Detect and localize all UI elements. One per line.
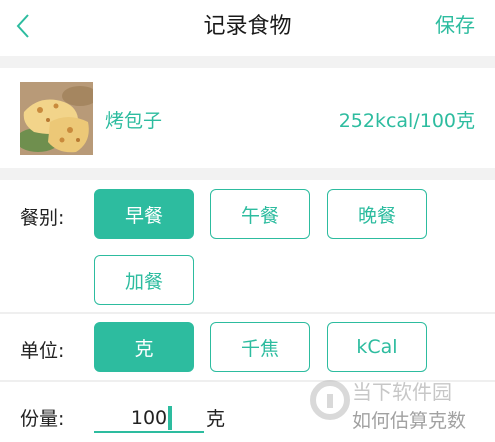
watermark: 当下软件园 如何估算克数: [310, 372, 495, 442]
unit-section: 单位: 克 千焦 kCal: [0, 314, 495, 380]
watermark-site-name: 当下软件园: [352, 380, 452, 404]
food-name: 烤包子: [105, 110, 163, 132]
save-button[interactable]: 保存: [435, 9, 475, 38]
section-gap: [0, 56, 495, 68]
page-title: 记录食物: [203, 14, 292, 39]
meal-option-lunch[interactable]: 午餐: [210, 189, 310, 239]
meal-section: 餐别: 早餐 午餐 晚餐 加餐: [0, 180, 495, 312]
food-item-row: 烤包子 252kcal/100克: [0, 68, 495, 168]
amount-input-underline: [94, 431, 204, 433]
watermark-logo-icon: [310, 380, 350, 420]
meal-label: 餐别:: [20, 207, 65, 229]
food-photo: [20, 82, 93, 155]
meal-option-snack[interactable]: 加餐: [94, 255, 194, 305]
text-cursor: [168, 406, 172, 430]
food-calories: 252kcal/100克: [338, 110, 475, 132]
unit-option-kcal[interactable]: kCal: [327, 322, 427, 372]
amount-label: 份量:: [20, 408, 65, 430]
amount-input[interactable]: [94, 404, 204, 432]
unit-label: 单位:: [20, 340, 65, 362]
meal-option-breakfast[interactable]: 早餐: [94, 189, 194, 239]
navigation-bar: 记录食物 保存: [0, 0, 495, 56]
section-gap: [0, 168, 495, 180]
unit-option-kilojoule[interactable]: 千焦: [210, 322, 310, 372]
estimate-grams-link[interactable]: 如何估算克数: [352, 406, 466, 433]
meal-option-dinner[interactable]: 晚餐: [327, 189, 427, 239]
unit-option-gram[interactable]: 克: [94, 322, 194, 372]
amount-unit: 克: [206, 408, 226, 430]
